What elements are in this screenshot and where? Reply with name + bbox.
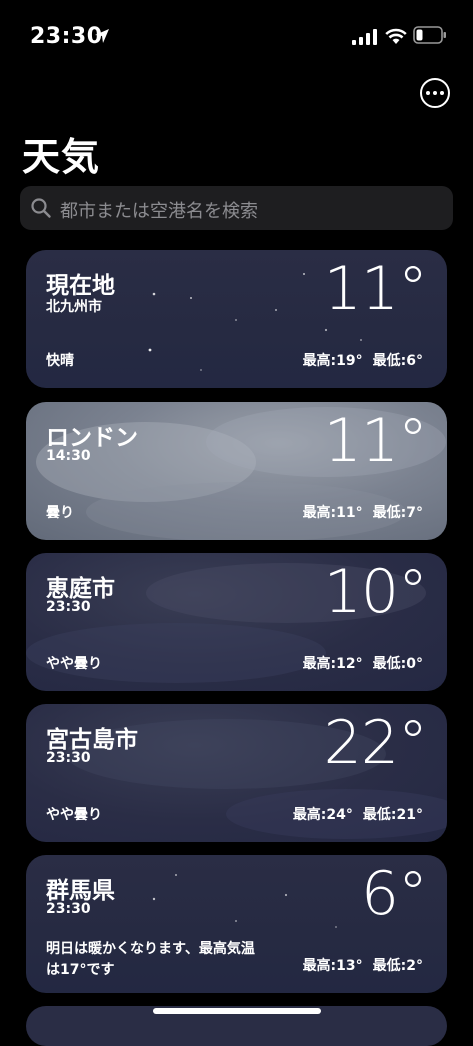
condition-line: は17°です [46,962,115,978]
wifi-icon [385,28,407,44]
high-low-temps: 最高:19° 最低:6° [303,350,423,370]
high-low-temps: 最高:11° 最低:7° [303,502,423,522]
current-temperature: 22° [323,708,428,778]
city-card-miyakojima[interactable]: 宮古島市 23:30 22° やや曇り 最高:24° 最低:21° [26,704,447,842]
high-temp: 最高:13° [302,958,363,974]
current-temperature: 6° [360,859,428,929]
city-card-london[interactable]: ロンドン 14:30 11° 曇り 最高:11° 最低:7° [26,402,447,540]
current-temperature: 11° [323,406,428,476]
page-title: 天気 [22,135,101,179]
city-subtitle: 23:30 [46,599,91,615]
low-temp: 最低:7° [372,505,423,521]
ellipsis-dot [433,91,437,95]
location-arrow-icon [95,29,109,43]
city-name: 恵庭市 [46,576,115,602]
city-name: ロンドン [46,425,138,451]
ellipsis-dot [426,91,430,95]
high-temp: 最高:19° [302,353,363,369]
weather-condition: やや曇り [46,807,102,823]
high-low-temps: 最高:12° 最低:0° [303,653,423,673]
cellular-signal-icon [352,29,377,45]
city-name: 現在地 [46,273,115,299]
status-time: 23:30 [30,24,103,49]
condition-line: 明日は暖かくなります、最高気温 [46,941,255,957]
city-subtitle: 14:30 [46,448,91,464]
city-subtitle: 23:30 [46,750,91,766]
more-options-button[interactable] [420,78,450,108]
low-temp: 最低:2° [372,958,423,974]
city-name: 群馬県 [46,878,115,904]
city-subtitle: 23:30 [46,901,91,917]
search-icon [31,198,51,218]
high-temp: 最高:24° [292,807,353,823]
home-indicator[interactable] [153,1008,321,1014]
current-temperature: 10° [323,557,428,627]
weather-condition: 曇り [46,505,74,521]
low-temp: 最低:6° [372,353,423,369]
weather-condition: 快晴 [46,353,74,369]
current-temperature: 11° [323,254,428,324]
city-card-eniwa[interactable]: 恵庭市 23:30 10° やや曇り 最高:12° 最低:0° [26,553,447,691]
high-low-temps: 最高:13° 最低:2° [303,955,423,975]
search-input[interactable]: 都市または空港名を検索 [20,186,453,230]
low-temp: 最低:0° [372,656,423,672]
city-name: 宮古島市 [46,727,138,753]
high-low-temps: 最高:24° 最低:21° [293,804,423,824]
status-bar: 23:30 [0,0,473,70]
weather-condition: やや曇り [46,656,102,672]
weather-condition: 明日は暖かくなります、最高気温 は17°です [46,939,326,981]
ellipsis-dot [440,91,444,95]
high-temp: 最高:12° [302,656,363,672]
city-subtitle: 北九州市 [46,299,102,315]
battery-icon [413,26,446,44]
city-card-current-location[interactable]: 現在地 北九州市 11° 快晴 最高:19° 最低:6° [26,250,447,388]
city-card-gunma[interactable]: 群馬県 23:30 6° 明日は暖かくなります、最高気温 は17°です 最高:1… [26,855,447,993]
high-temp: 最高:11° [302,505,363,521]
low-temp: 最低:21° [362,807,423,823]
search-placeholder: 都市または空港名を検索 [60,201,258,222]
